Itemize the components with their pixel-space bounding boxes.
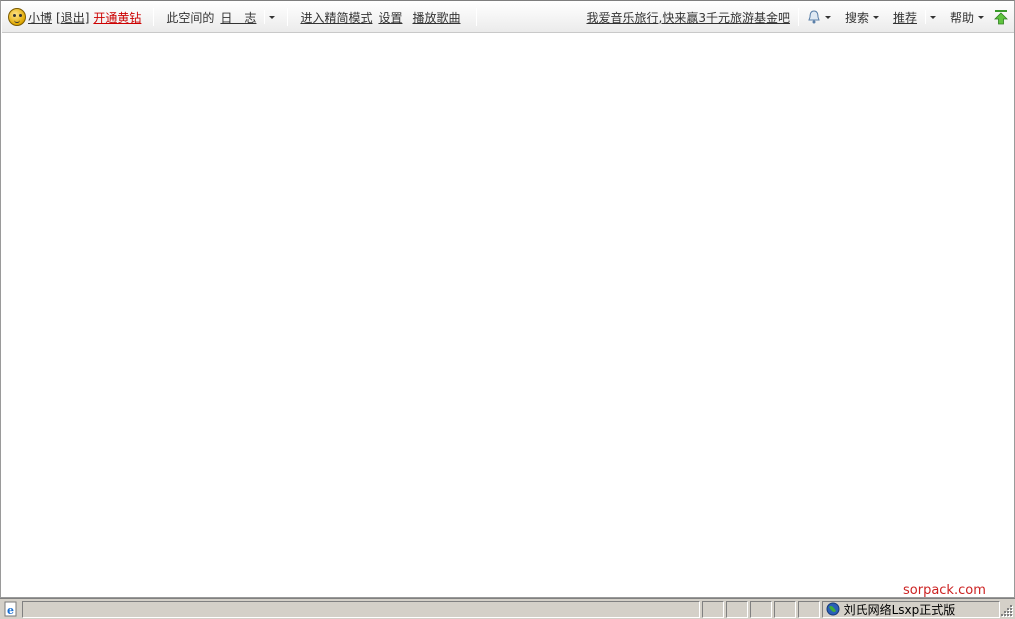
space-section-link[interactable]: 日 志 xyxy=(220,9,256,26)
simple-mode-link[interactable]: 进入精简模式 xyxy=(300,9,372,26)
space-section-dropdown[interactable]: 日 志 xyxy=(220,9,276,26)
settings-link[interactable]: 设置 xyxy=(378,9,402,26)
separator xyxy=(287,8,289,26)
separator xyxy=(924,10,926,24)
recommend-link[interactable]: 推荐 xyxy=(893,9,917,26)
toolbar-left: 小博 [退出] 开通黄钻 此空间的 日 志 进入精简模式 设置 播放歌曲 xyxy=(2,8,489,26)
space-label: 此空间的 xyxy=(166,10,215,25)
status-bar: e 刘氏网络Lsxp正式版 xyxy=(0,598,1015,619)
status-cell xyxy=(797,600,820,618)
play-music-link[interactable]: 播放歌曲 xyxy=(412,9,460,26)
svg-text:e: e xyxy=(7,604,14,617)
chevron-down-icon[interactable] xyxy=(269,15,276,19)
watermark-text: sorpack.com xyxy=(903,583,986,598)
back-to-top-icon[interactable] xyxy=(994,9,1008,25)
open-vip-link[interactable]: 开通黄钻 xyxy=(93,9,141,26)
globe-icon xyxy=(826,602,840,616)
status-cell xyxy=(702,600,725,618)
search-label[interactable]: 搜索 xyxy=(845,9,869,26)
status-cell xyxy=(726,600,749,618)
recommend-dropdown[interactable]: 推荐 xyxy=(893,9,936,26)
toolbar-right: 我爱音乐旅行,快来赢3千元旅游基金吧 搜索 推荐 帮助 xyxy=(587,8,1015,26)
user-avatar-icon[interactable] xyxy=(8,8,26,26)
help-dropdown[interactable]: 帮助 xyxy=(950,9,984,26)
separator xyxy=(153,8,155,26)
username-link[interactable]: 小博 xyxy=(28,9,52,26)
promo-link[interactable]: 我爱音乐旅行,快来赢3千元旅游基金吧 xyxy=(587,9,790,26)
status-cell xyxy=(773,600,796,618)
separator xyxy=(476,8,478,26)
search-dropdown[interactable]: 搜索 xyxy=(845,9,879,26)
separator xyxy=(797,8,799,26)
chevron-down-icon[interactable] xyxy=(824,15,831,19)
help-label[interactable]: 帮助 xyxy=(950,9,974,26)
bell-icon[interactable] xyxy=(807,9,821,25)
separator xyxy=(264,10,266,24)
browser-frame: 小博 [退出] 开通黄钻 此空间的 日 志 进入精简模式 设置 播放歌曲 我爱音… xyxy=(0,0,1015,598)
notification-dropdown[interactable] xyxy=(807,9,831,25)
status-text-pane xyxy=(21,600,701,618)
chevron-down-icon[interactable] xyxy=(872,15,879,19)
zone-text: 刘氏网络Lsxp正式版 xyxy=(843,602,956,617)
ie-page-icon: e xyxy=(2,601,20,618)
chevron-down-icon[interactable] xyxy=(978,15,984,19)
chevron-down-icon[interactable] xyxy=(929,15,936,19)
security-zone-pane[interactable]: 刘氏网络Lsxp正式版 xyxy=(821,600,1001,618)
resize-grip-icon[interactable] xyxy=(1000,601,1014,618)
qzone-toolbar: 小博 [退出] 开通黄钻 此空间的 日 志 进入精简模式 设置 播放歌曲 我爱音… xyxy=(2,2,1014,33)
logout-link[interactable]: [退出] xyxy=(56,9,89,26)
status-cell xyxy=(750,600,772,618)
